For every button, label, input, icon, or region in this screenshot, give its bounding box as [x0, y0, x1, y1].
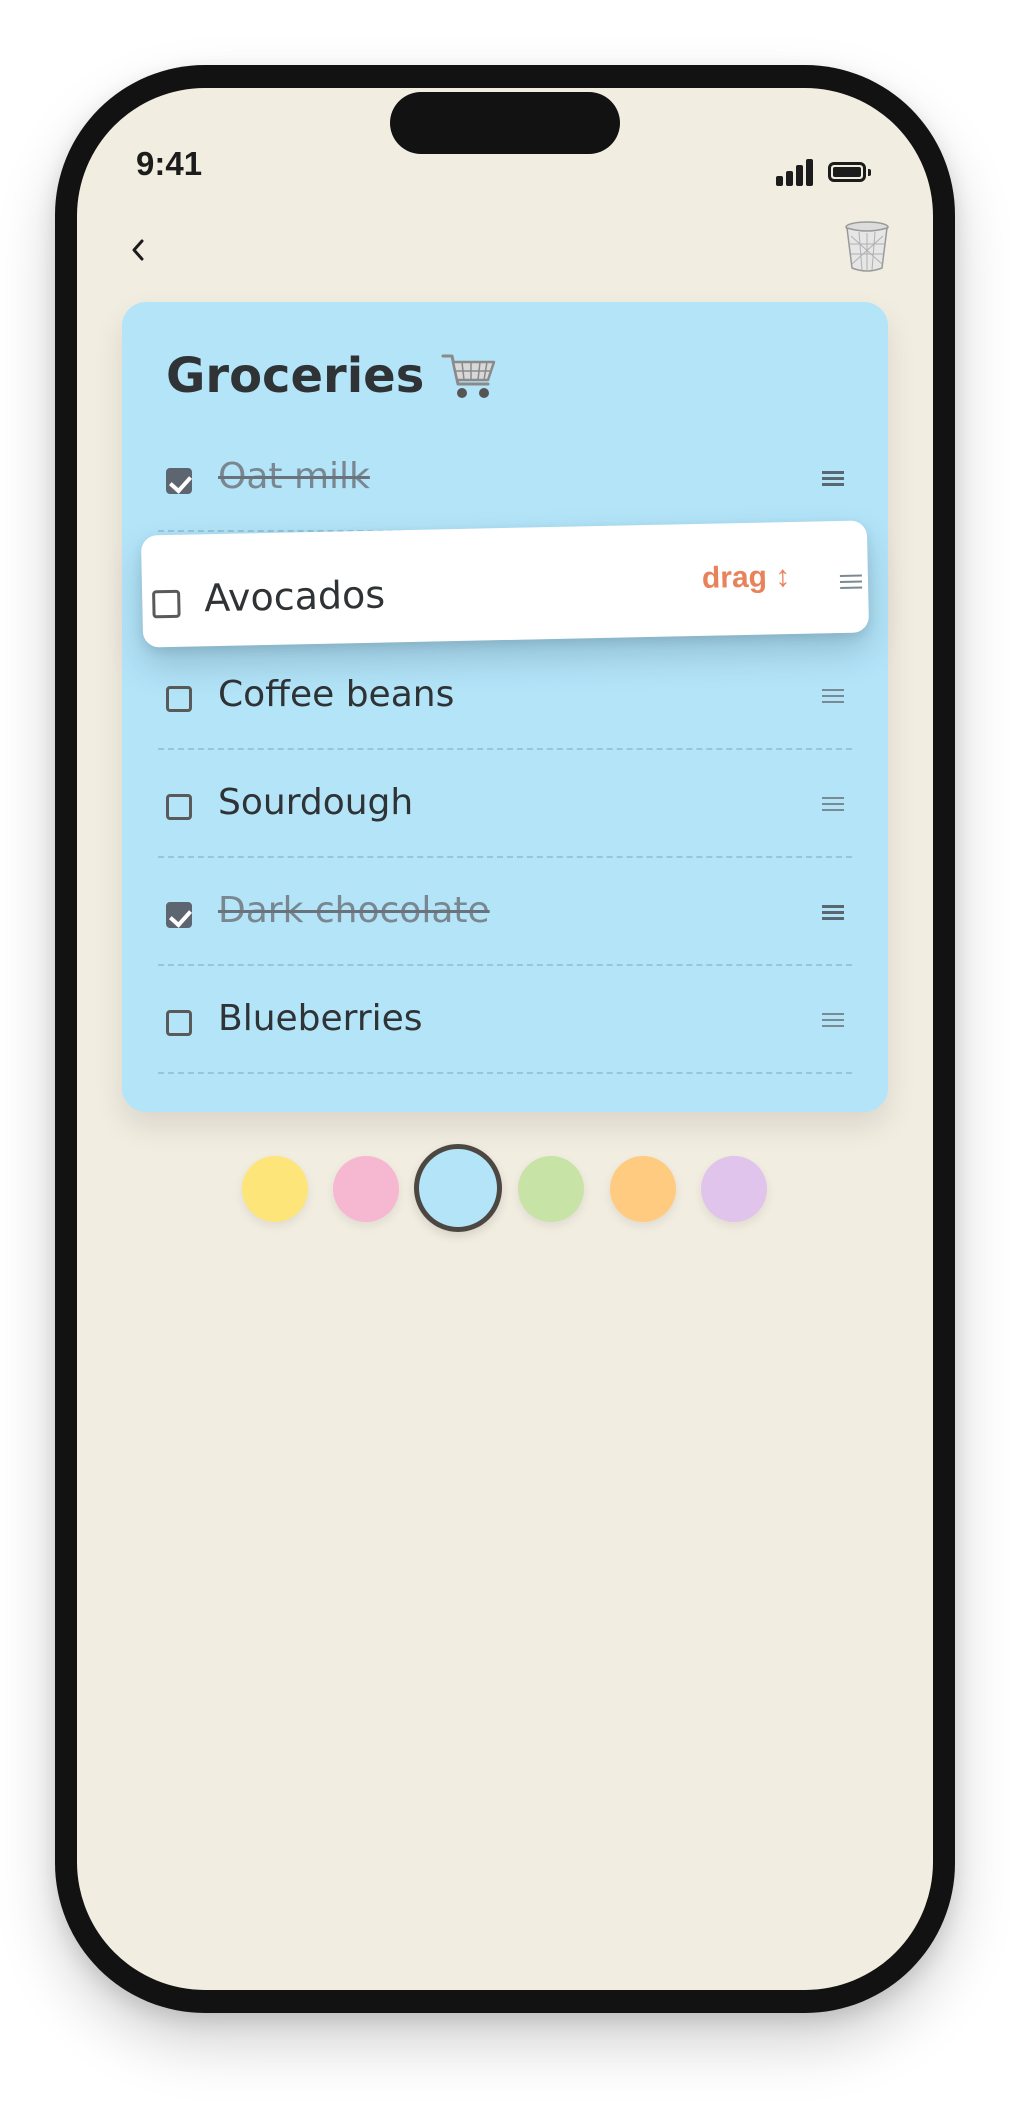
- drag-handle-icon[interactable]: [822, 797, 844, 813]
- shopping-cart-icon: [441, 354, 496, 398]
- dragging-list-item[interactable]: Avocados drag ↕: [140, 520, 870, 648]
- drag-handle-icon[interactable]: [822, 1013, 844, 1029]
- item-checkbox[interactable]: [166, 794, 192, 820]
- item-label: Coffee beans: [218, 674, 455, 715]
- item-label: Sourdough: [218, 782, 414, 823]
- color-swatch-yellow[interactable]: [242, 1156, 308, 1222]
- item-checkbox[interactable]: [152, 589, 181, 619]
- trash-bin-icon: [845, 221, 889, 272]
- back-button[interactable]: [118, 228, 158, 272]
- item-checkbox[interactable]: [166, 1010, 192, 1036]
- item-label: Dark chocolate: [218, 890, 490, 931]
- delete-note-button[interactable]: [842, 218, 892, 274]
- cellular-signal-icon: [776, 158, 814, 186]
- color-swatch-orange[interactable]: [610, 1156, 676, 1222]
- color-swatch-lavender[interactable]: [701, 1156, 767, 1222]
- drag-handle-icon[interactable]: [822, 905, 844, 921]
- item-label: Blueberries: [218, 998, 423, 1039]
- note-title-text: Groceries: [166, 348, 425, 404]
- list-item[interactable]: Blueberries: [158, 966, 852, 1074]
- drag-handle-icon[interactable]: [839, 574, 863, 591]
- chevron-left-icon: [132, 239, 144, 261]
- list-item[interactable]: Sourdough: [158, 750, 852, 858]
- item-label: Avocados: [203, 572, 386, 621]
- list-item[interactable]: Dark chocolate: [158, 858, 852, 966]
- list-item[interactable]: Oat milk: [158, 424, 852, 532]
- list-item[interactable]: Coffee beans: [158, 642, 852, 750]
- drag-hint: drag ↕: [701, 560, 791, 595]
- color-swatch-blue[interactable]: [414, 1144, 502, 1232]
- drag-handle-icon[interactable]: [822, 689, 844, 705]
- color-swatch-pink[interactable]: [333, 1156, 399, 1222]
- item-label: Oat milk: [218, 456, 370, 497]
- dynamic-island: [390, 92, 620, 154]
- item-checkbox[interactable]: [166, 902, 192, 928]
- battery-icon: [828, 162, 871, 182]
- color-picker: [0, 1144, 1010, 1232]
- note-title[interactable]: Groceries: [166, 348, 498, 404]
- status-time: 9:41: [136, 145, 203, 182]
- drag-handle-icon[interactable]: [822, 471, 844, 487]
- color-swatch-green[interactable]: [518, 1156, 584, 1222]
- item-checkbox[interactable]: [166, 468, 192, 494]
- item-checkbox[interactable]: [166, 686, 192, 712]
